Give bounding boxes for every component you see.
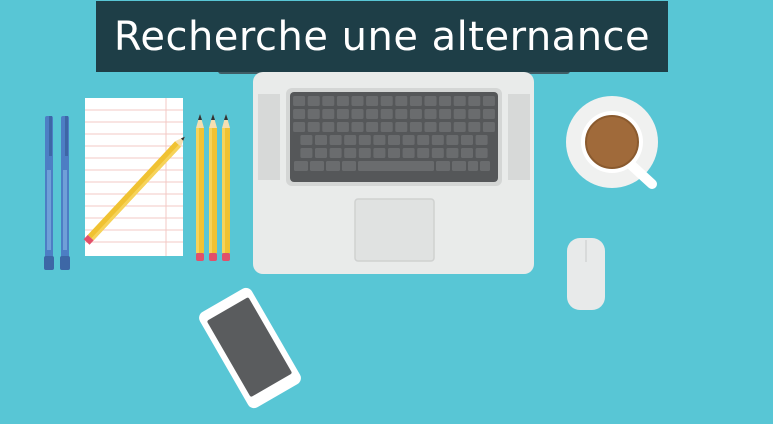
mouse-icon bbox=[567, 238, 605, 310]
keyboard-key bbox=[326, 161, 340, 171]
keyboard-key bbox=[475, 148, 488, 158]
keyboard-key bbox=[409, 109, 422, 119]
keyboard-key bbox=[342, 161, 356, 171]
keyboard-key bbox=[373, 135, 386, 145]
keyboard-key bbox=[475, 135, 488, 145]
title-banner: Recherche une alternance bbox=[96, 1, 668, 72]
keyboard-key bbox=[468, 161, 478, 171]
keyboard-key bbox=[315, 135, 327, 145]
keyboard-key bbox=[344, 148, 357, 158]
keyboard-key bbox=[366, 122, 379, 132]
coffee-cup-icon bbox=[566, 96, 658, 189]
keyboard-key bbox=[431, 135, 444, 145]
keyboard-key bbox=[388, 148, 400, 158]
keyboard-key bbox=[482, 96, 495, 106]
keyboard-key bbox=[351, 96, 364, 106]
keyboard-key bbox=[380, 109, 393, 119]
smartphone-icon bbox=[199, 287, 301, 409]
keyboard-key bbox=[417, 148, 430, 158]
keyboard-key bbox=[373, 148, 386, 158]
keyboard-key bbox=[402, 135, 415, 145]
keyboard-key bbox=[351, 109, 364, 119]
keyboard-key bbox=[395, 109, 408, 119]
keyboard-key bbox=[351, 122, 364, 132]
page-title: Recherche une alternance bbox=[113, 13, 651, 60]
keyboard-key bbox=[300, 135, 313, 145]
keyboard-key bbox=[453, 122, 466, 132]
keyboard-key bbox=[336, 96, 349, 106]
keyboard-key bbox=[322, 109, 335, 119]
keyboard-key bbox=[294, 161, 308, 171]
keyboard-key bbox=[468, 122, 481, 132]
pen-icon bbox=[60, 116, 70, 270]
pen-icon bbox=[44, 116, 54, 270]
keyboard-key bbox=[358, 161, 434, 171]
keyboard-key bbox=[482, 109, 495, 119]
keyboard-key bbox=[293, 122, 306, 132]
pencil-icon bbox=[222, 114, 230, 261]
keyboard-key bbox=[453, 96, 466, 106]
keyboard-key bbox=[315, 148, 327, 158]
keyboard-key bbox=[482, 122, 495, 132]
keyboard-key bbox=[358, 148, 371, 158]
keyboard-key bbox=[402, 148, 415, 158]
keyboard-key bbox=[439, 96, 452, 106]
keyboard-key bbox=[395, 122, 408, 132]
keyboard-key bbox=[480, 161, 490, 171]
keyboard-key bbox=[329, 135, 342, 145]
keyboard-key bbox=[452, 161, 466, 171]
keyboard-key bbox=[307, 109, 320, 119]
keyboard-key bbox=[366, 109, 379, 119]
keyboard-key bbox=[358, 135, 371, 145]
keyboard-key bbox=[336, 122, 349, 132]
keyboard-key bbox=[322, 122, 335, 132]
keyboard-key bbox=[322, 96, 335, 106]
keyboard-key bbox=[424, 122, 437, 132]
keyboard-key bbox=[439, 122, 452, 132]
keyboard-key bbox=[380, 96, 393, 106]
keyboard-key bbox=[461, 148, 473, 158]
pencil-icon bbox=[196, 114, 204, 261]
keyboard-key bbox=[431, 148, 444, 158]
keyboard-key bbox=[468, 96, 481, 106]
keyboard-key bbox=[439, 109, 452, 119]
keyboard-key bbox=[300, 148, 313, 158]
desk-scene: Recherche une alternance bbox=[0, 0, 773, 424]
keyboard-key bbox=[424, 96, 437, 106]
keyboard-key bbox=[453, 109, 466, 119]
keyboard-key bbox=[446, 148, 459, 158]
keyboard-key bbox=[436, 161, 450, 171]
keyboard-key bbox=[307, 122, 320, 132]
pencil-icon bbox=[209, 114, 217, 261]
keyboard-key bbox=[310, 161, 324, 171]
keyboard-key bbox=[409, 122, 422, 132]
keyboard-key bbox=[366, 96, 379, 106]
keyboard-key bbox=[388, 135, 400, 145]
keyboard-key bbox=[461, 135, 473, 145]
keyboard-key bbox=[336, 109, 349, 119]
keyboard-key bbox=[329, 148, 342, 158]
keyboard-key bbox=[424, 109, 437, 119]
keyboard-key bbox=[417, 135, 430, 145]
keyboard-key bbox=[293, 109, 306, 119]
laptop-icon bbox=[218, 66, 570, 274]
keyboard-key bbox=[446, 135, 459, 145]
keyboard-key bbox=[307, 96, 320, 106]
keyboard-key bbox=[395, 96, 408, 106]
keyboard-key bbox=[468, 109, 481, 119]
keyboard-key bbox=[344, 135, 357, 145]
keyboard-key bbox=[409, 96, 422, 106]
keyboard-key bbox=[380, 122, 393, 132]
keyboard-key bbox=[293, 96, 306, 106]
